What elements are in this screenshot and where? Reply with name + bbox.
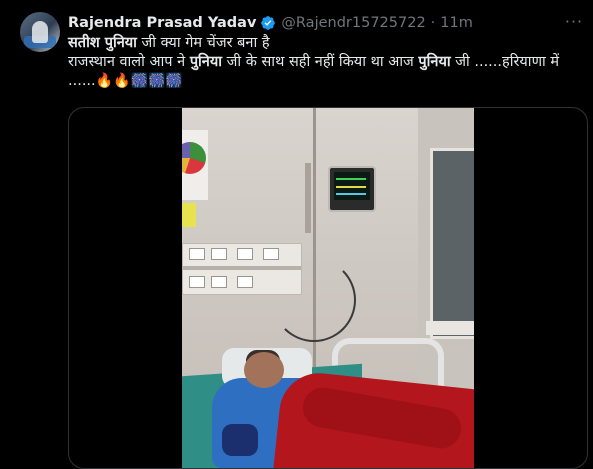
patient-monitor [328, 166, 376, 212]
author-name[interactable]: Rajendra Prasad Yadav [68, 15, 256, 31]
wall-chart [182, 130, 208, 200]
timestamp[interactable]: 11m [440, 15, 473, 31]
verified-badge-icon [261, 16, 276, 30]
tweet-line-1: सतीश पुनिया जी क्या गेम चेंजर बना है [68, 35, 270, 51]
separator-dot: · [430, 15, 436, 31]
tweet-line-2: राजस्थान वालो आप ने पुनिया जी के साथ सही… [68, 54, 560, 70]
tweet-text: सतीश पुनिया जी क्या गेम चेंजर बना है राज… [68, 34, 580, 91]
emoji-row: 🔥🔥🎆🎆🎆 [95, 73, 183, 89]
more-options-icon[interactable]: ··· [563, 12, 585, 34]
tweet-header: Rajendra Prasad Yadav @Rajendr15725722 ·… [68, 13, 473, 33]
avatar[interactable] [20, 12, 60, 52]
window [430, 148, 474, 339]
video-frame[interactable] [182, 108, 474, 468]
author-handle[interactable]: @Rajendr15725722 [281, 15, 425, 31]
media-container[interactable] [68, 107, 588, 469]
hashtag-name: सतीश पुनिया [68, 35, 137, 51]
tweet-line-3: ......🔥🔥🎆🎆🎆 [68, 73, 183, 89]
